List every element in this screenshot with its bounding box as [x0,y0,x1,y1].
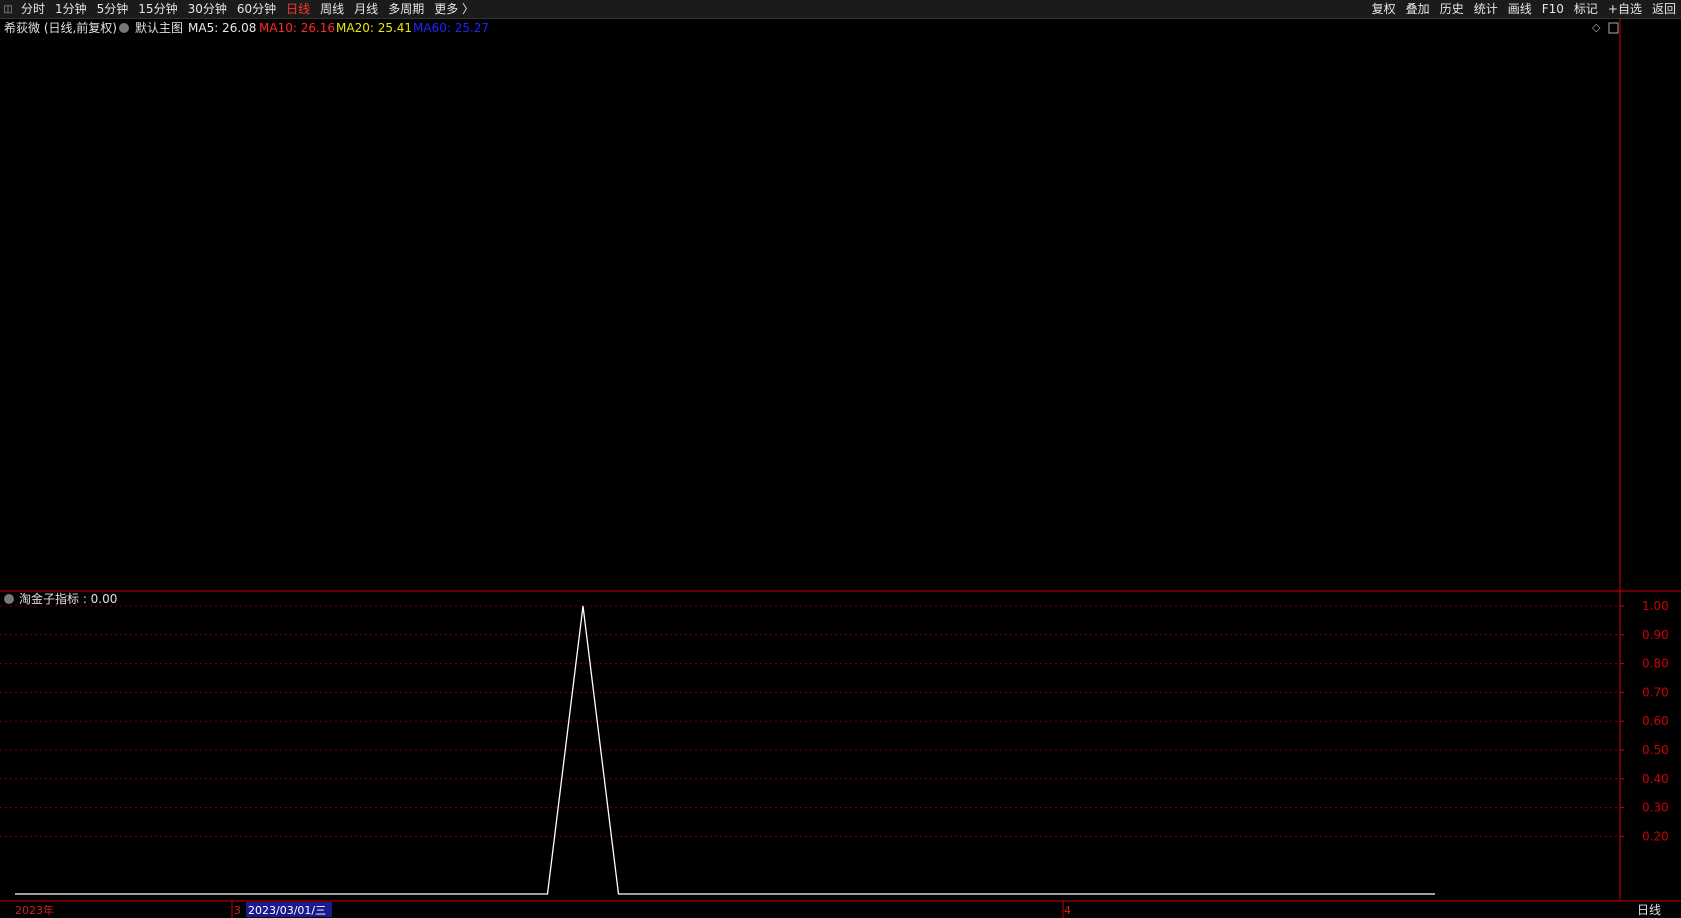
ma20-label: MA20: 25.41 [336,21,412,35]
ma60-label: MA60: 25.27 [413,21,489,35]
period-tab-8[interactable]: 月线 [349,0,383,18]
period-tab-5[interactable]: 60分钟 [232,0,281,18]
period-tab-0[interactable]: 分时 [16,0,50,18]
ma10-label: MA10: 26.16 [259,21,335,35]
indicator-tick-label-5: 0.70 [1642,685,1669,699]
main-legend: 希荻微 (日线,前复权) 默认主图 MA5: 26.08 MA10: 26.16… [4,20,1619,35]
period-bar: ◫ 分时 1分钟 5分钟 15分钟 30分钟 60分钟 日线 周线 月线 多周期 更多 〉 [0,0,479,18]
price-axis: 22.5023.0023.5024.0024.5025.0025.5026.00… [1620,599,1669,843]
period-tab-4[interactable]: 30分钟 [183,0,232,18]
legend-toggle-icon[interactable] [119,23,129,33]
chart-mode[interactable]: 默认主图 [135,20,183,35]
chart-frame [0,19,1681,901]
indicator-label: 淘金子指标 : 0.00 [19,591,117,606]
tool-bar: 复权 叠加 历史 统计 画线 F10 标记 +自选 返回 [1367,0,1681,18]
indicator-tick-label-7: 0.90 [1642,628,1669,642]
toolbar: ◫ 分时 1分钟 5分钟 15分钟 30分钟 60分钟 日线 周线 月线 多周期 更多 〉 复权 叠加… [0,0,1681,19]
tool-button-7[interactable]: +自选 [1603,0,1647,18]
grid-lines [0,605,1620,837]
month-label-3: 3 [234,904,241,917]
tool-button-1[interactable]: 叠加 [1401,0,1435,18]
sub-legend: 淘金子指标 : 0.00 [4,591,117,606]
period-tab-10[interactable]: 更多 〉 [429,0,479,18]
cursor-date: 2023/03/01/三 [248,904,326,917]
period-label[interactable]: 日线 [1637,903,1661,917]
indicator-tick-label-3: 0.50 [1642,743,1669,757]
indicator-tick-label-4: 0.60 [1642,714,1669,728]
period-tab-1[interactable]: 1分钟 [50,0,92,18]
kline-chart[interactable]: 22.5023.0023.5024.0024.5025.0025.5026.00… [0,19,1681,918]
period-tab-2[interactable]: 5分钟 [92,0,134,18]
indicator-tick-label-1: 0.30 [1642,801,1669,815]
stock-name: 希荻微 (日线,前复权) [4,20,117,35]
month-label-4: 4 [1064,904,1071,917]
tool-button-5[interactable]: F10 [1537,0,1569,18]
tool-button-6[interactable]: 标记 [1569,0,1603,18]
tool-button-0[interactable]: 复权 [1367,0,1401,18]
indicator-toggle-icon[interactable] [4,594,14,604]
period-tab-7[interactable]: 周线 [315,0,349,18]
period-tab-6[interactable]: 日线 [281,0,315,18]
indicator-tick-label-2: 0.40 [1642,772,1669,786]
window-icon[interactable] [1608,22,1619,34]
indicator-tick-label-0: 0.20 [1642,829,1669,843]
menu-icon[interactable]: ◫ [0,4,16,15]
date-bar: 2023年 3 2023/03/01/三 4 日线 [0,900,1681,918]
ma5-label: MA5: 26.08 [188,21,256,35]
tool-button-4[interactable]: 画线 [1503,0,1537,18]
period-tab-9[interactable]: 多周期 [383,0,429,18]
indicator-tick-label-6: 0.80 [1642,657,1669,671]
year-label: 2023年 [15,903,54,917]
indicator-tick-label-8: 1.00 [1642,599,1669,613]
period-tab-3[interactable]: 15分钟 [133,0,182,18]
tool-button-2[interactable]: 历史 [1435,0,1469,18]
tool-button-8[interactable]: 返回 [1647,0,1681,18]
tool-button-3[interactable]: 统计 [1469,0,1503,18]
diamond-icon[interactable]: ◇ [1592,21,1601,34]
